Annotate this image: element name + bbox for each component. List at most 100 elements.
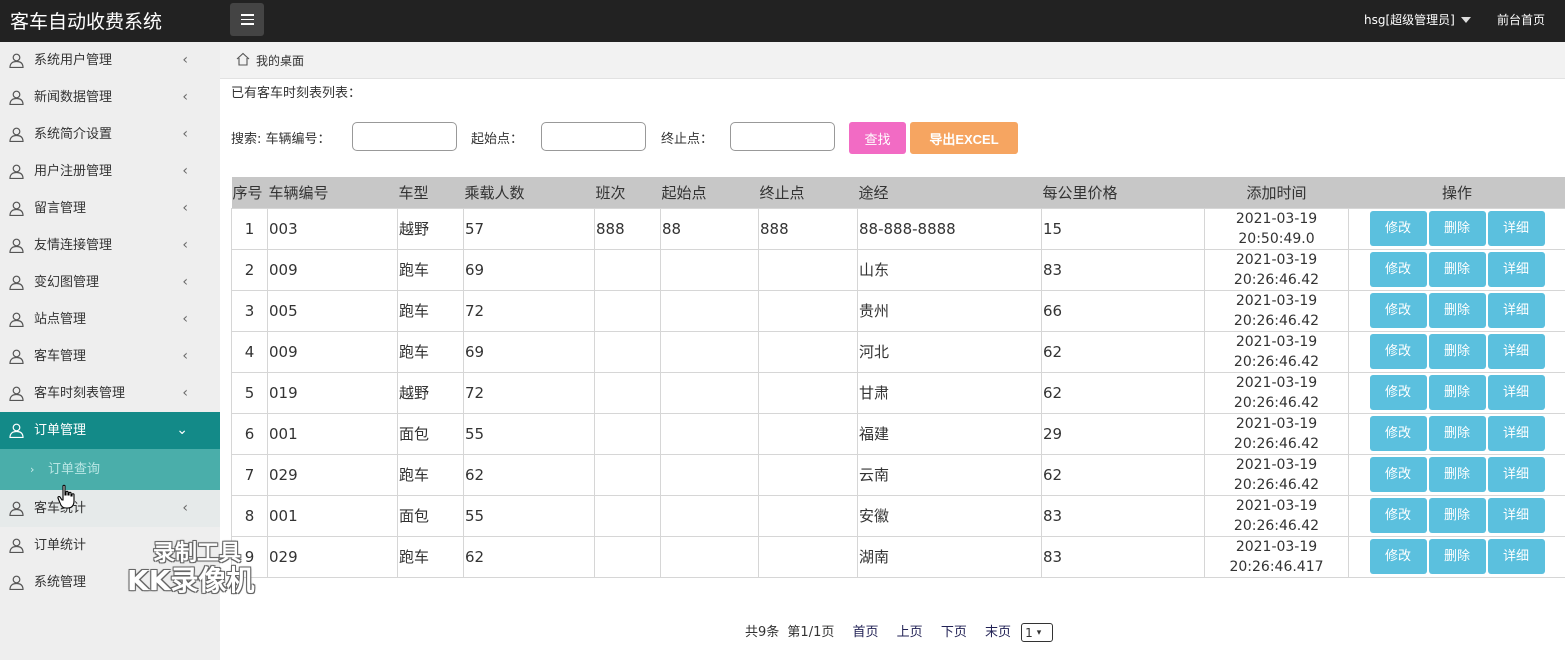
detail-button[interactable]: 详细 xyxy=(1487,457,1545,492)
detail-button[interactable]: 详细 xyxy=(1487,211,1545,246)
shift-cell xyxy=(594,330,661,373)
sidebar-item[interactable]: 客车统计 ‹ xyxy=(0,490,220,527)
sidebar-item-label: 用户注册管理 xyxy=(34,164,113,179)
vehicle-no: 029 xyxy=(267,453,398,496)
table-row: 7 029 跑车 62 云南 62 2021-03-19 20:26:46.42 修改 删除 详细 xyxy=(231,453,1565,496)
detail-button[interactable]: 详细 xyxy=(1487,334,1545,369)
delete-button[interactable]: 删除 xyxy=(1428,211,1486,246)
pagination: 共9条 第1/1页 首页 上页 下页 末页 1 ▾ xyxy=(745,621,1054,642)
vehicle-type: 跑车 xyxy=(397,289,464,332)
sidebar-item-label: 站点管理 xyxy=(34,312,87,327)
sidebar-item[interactable]: 友情连接管理 ‹ xyxy=(0,227,220,264)
sidebar-item[interactable]: 变幻图管理 ‹ xyxy=(0,264,220,301)
detail-button[interactable]: 详细 xyxy=(1487,539,1545,574)
column-header: 车辆编号 xyxy=(267,177,398,208)
end-point-cell xyxy=(758,453,858,496)
sidebar-item[interactable]: 订单管理 ⌄ xyxy=(0,412,220,449)
added-time-cell: 2021-03-19 20:26:46.42 xyxy=(1204,371,1349,414)
seat-count: 62 xyxy=(463,535,595,578)
chevron-left-icon: ‹ xyxy=(182,237,188,253)
vehicle-no: 009 xyxy=(267,330,398,373)
delete-button[interactable]: 删除 xyxy=(1428,293,1486,328)
seat-count: 55 xyxy=(463,412,595,455)
actions-cell: 修改 删除 详细 xyxy=(1348,248,1565,291)
added-time-cell: 2021-03-19 20:26:46.42 xyxy=(1204,248,1349,291)
edit-button[interactable]: 修改 xyxy=(1369,293,1427,328)
vehicle-no: 019 xyxy=(267,371,398,414)
last-page-link[interactable]: 末页 xyxy=(985,625,1011,640)
delete-button[interactable]: 删除 xyxy=(1428,457,1486,492)
chevron-left-icon: ‹ xyxy=(182,385,188,401)
first-page-link[interactable]: 首页 xyxy=(853,625,879,640)
added-date: 2021-03-19 xyxy=(1235,456,1318,473)
edit-button[interactable]: 修改 xyxy=(1369,416,1427,451)
export-excel-button[interactable]: 导出EXCEL xyxy=(910,122,1018,154)
chevron-left-icon: ‹ xyxy=(182,348,188,364)
sidebar-item[interactable]: 系统用户管理 ‹ xyxy=(0,42,220,79)
edit-button[interactable]: 修改 xyxy=(1369,498,1427,533)
page-info: 第1/1页 xyxy=(787,625,835,640)
vehicle-no-input[interactable] xyxy=(352,122,457,151)
column-header: 终止点 xyxy=(758,177,858,208)
delete-button[interactable]: 删除 xyxy=(1428,375,1486,410)
hamburger-icon xyxy=(240,14,254,16)
sidebar-item-label: 友情连接管理 xyxy=(34,238,113,253)
user-icon xyxy=(9,127,24,142)
user-icon xyxy=(9,275,24,290)
next-page-link[interactable]: 下页 xyxy=(941,625,967,640)
edit-button[interactable]: 修改 xyxy=(1369,211,1427,246)
sidebar-item[interactable]: 客车时刻表管理 ‹ xyxy=(0,375,220,412)
delete-button[interactable]: 删除 xyxy=(1428,334,1486,369)
sidebar-item[interactable]: 新闻数据管理 ‹ xyxy=(0,79,220,116)
edit-button[interactable]: 修改 xyxy=(1369,252,1427,287)
start-point-cell xyxy=(660,535,759,578)
recorder-watermark: 录制工具 KK录像机 xyxy=(127,541,254,597)
vehicle-no: 029 xyxy=(267,535,398,578)
hand-cursor-icon xyxy=(57,484,75,509)
detail-button[interactable]: 详细 xyxy=(1487,252,1545,287)
sidebar-item-label: 系统用户管理 xyxy=(34,53,113,68)
added-clock: 20:26:46.42 xyxy=(1233,312,1320,329)
search-vehicle-label: 搜索: 车辆编号： xyxy=(231,132,331,147)
sidebar-item[interactable]: 留言管理 ‹ xyxy=(0,190,220,227)
sidebar-item[interactable]: 用户注册管理 ‹ xyxy=(0,153,220,190)
page-select[interactable]: 1 ▾ xyxy=(1021,623,1054,642)
delete-button[interactable]: 删除 xyxy=(1428,416,1486,451)
detail-button[interactable]: 详细 xyxy=(1487,416,1545,451)
added-time-cell: 2021-03-19 20:26:46.42 xyxy=(1204,289,1349,332)
via-cell: 福建 xyxy=(857,412,1042,455)
prev-page-link[interactable]: 上页 xyxy=(897,625,923,640)
added-time-cell: 2021-03-19 20:26:46.42 xyxy=(1204,412,1349,455)
column-header: 车型 xyxy=(397,177,464,208)
detail-button[interactable]: 详细 xyxy=(1487,375,1545,410)
end-point-cell xyxy=(758,412,858,455)
edit-button[interactable]: 修改 xyxy=(1369,539,1427,574)
end-point-input[interactable] xyxy=(730,122,835,151)
user-menu[interactable]: hsg[超级管理员] xyxy=(1364,11,1471,28)
sidebar-subitem-order-query[interactable]: › 订单查询 xyxy=(0,449,220,490)
sidebar-item[interactable]: 站点管理 ‹ xyxy=(0,301,220,338)
row-index: 2 xyxy=(231,248,268,291)
delete-button[interactable]: 删除 xyxy=(1428,252,1486,287)
menu-toggle-button[interactable] xyxy=(230,3,264,36)
delete-button[interactable]: 删除 xyxy=(1428,498,1486,533)
front-page-link[interactable]: 前台首页 xyxy=(1497,11,1545,28)
user-icon xyxy=(9,53,24,68)
detail-button[interactable]: 详细 xyxy=(1487,498,1545,533)
start-point-cell xyxy=(660,494,759,537)
sidebar-item[interactable]: 系统简介设置 ‹ xyxy=(0,116,220,153)
user-icon xyxy=(9,423,24,438)
sidebar-item[interactable]: 客车管理 ‹ xyxy=(0,338,220,375)
edit-button[interactable]: 修改 xyxy=(1369,457,1427,492)
detail-button[interactable]: 详细 xyxy=(1487,293,1545,328)
delete-button[interactable]: 删除 xyxy=(1428,539,1486,574)
edit-button[interactable]: 修改 xyxy=(1369,334,1427,369)
table-row: 9 029 跑车 62 湖南 83 2021-03-19 20:26:46.417 修改 删除 详细 xyxy=(231,535,1565,578)
edit-button[interactable]: 修改 xyxy=(1369,375,1427,410)
column-header: 起始点 xyxy=(660,177,759,208)
end-point-label: 终止点： xyxy=(661,132,714,147)
breadcrumb-label[interactable]: 我的桌面 xyxy=(256,52,304,69)
sidebar-item-label: 留言管理 xyxy=(34,201,87,216)
search-button[interactable]: 查找 xyxy=(849,122,906,154)
start-point-input[interactable] xyxy=(541,122,646,151)
